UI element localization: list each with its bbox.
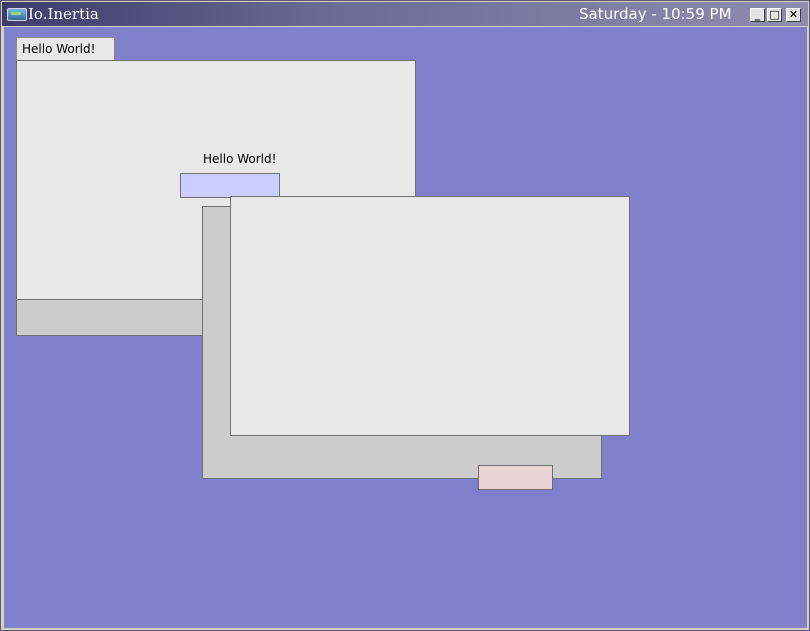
- close-button[interactable]: ✕: [786, 8, 801, 22]
- panel2-button[interactable]: [478, 465, 553, 490]
- minimize-button[interactable]: _: [750, 8, 765, 22]
- app-window: Io.Inertia Saturday - 10:59 PM _ □ ✕ Hel…: [0, 0, 810, 631]
- window-title: Io.Inertia: [28, 5, 99, 23]
- panel1-button[interactable]: [180, 173, 280, 198]
- panel1-tab[interactable]: Hello World!: [16, 37, 115, 61]
- titlebar[interactable]: Io.Inertia Saturday - 10:59 PM _ □ ✕: [2, 2, 808, 26]
- clock-text: Saturday - 10:59 PM: [579, 5, 732, 23]
- panel1-label: Hello World!: [203, 152, 277, 166]
- app-icon[interactable]: [7, 8, 27, 21]
- maximize-button[interactable]: □: [767, 8, 782, 22]
- panel2-front[interactable]: [230, 196, 630, 436]
